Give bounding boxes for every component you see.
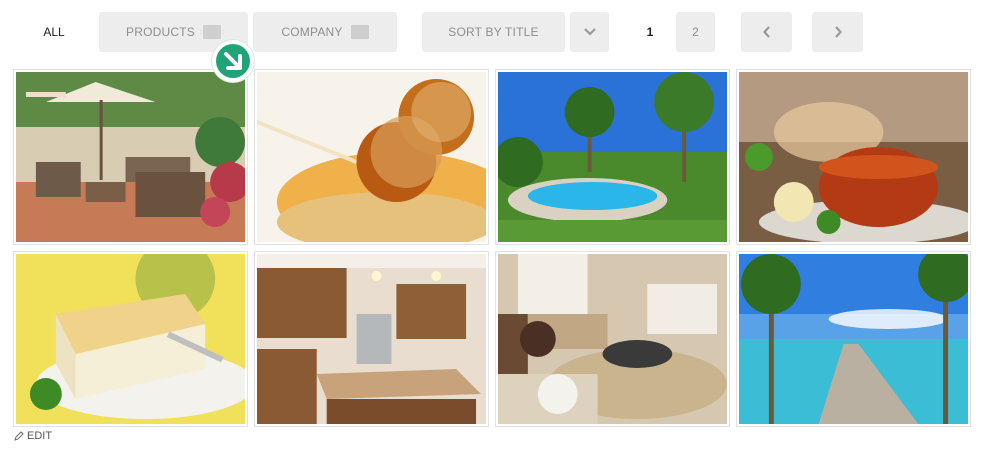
patio-image [16, 72, 245, 242]
kitchen-image [257, 254, 486, 424]
chevron-left-icon [762, 26, 770, 38]
page-2-button[interactable]: 2 [676, 12, 715, 52]
filter-company-button[interactable]: COMPANY [253, 12, 397, 52]
arrow-down-right-icon [224, 52, 242, 70]
gallery-item-kitchen[interactable] [254, 251, 489, 427]
page-1-current[interactable]: 1 [632, 12, 668, 52]
cake-image [16, 254, 245, 424]
gallery-item-dessert[interactable] [254, 69, 489, 245]
next-page-button[interactable] [812, 12, 863, 52]
filter-company-label: COMPANY [281, 25, 343, 39]
pool-image [498, 72, 727, 242]
dessert-image [257, 72, 486, 242]
prev-page-button[interactable] [741, 12, 792, 52]
sort-dropdown-button[interactable] [570, 12, 609, 52]
gallery-item-pool[interactable] [495, 69, 730, 245]
chevron-down-icon [583, 28, 596, 36]
edit-link[interactable]: EDIT [14, 428, 52, 444]
filter-all[interactable]: ALL [34, 12, 74, 52]
pencil-icon [14, 431, 24, 441]
products-color-swatch [202, 25, 221, 39]
sort-label: SORT BY TITLE [448, 25, 539, 39]
beach-image [739, 254, 968, 424]
gallery-item-beach[interactable] [736, 251, 971, 427]
gallery-item-tea[interactable] [736, 69, 971, 245]
company-color-swatch [350, 25, 369, 39]
tea-image [739, 72, 968, 242]
sort-by-title-button[interactable]: SORT BY TITLE [422, 12, 565, 52]
gallery-item-cake[interactable] [13, 251, 248, 427]
edit-label: EDIT [27, 430, 53, 442]
badge-circle [216, 44, 250, 78]
gallery-item-patio[interactable] [13, 69, 248, 245]
gallery-item-living-room[interactable] [495, 251, 730, 427]
living-room-image [498, 254, 727, 424]
chevron-right-icon [834, 26, 842, 38]
filter-products-label: PRODUCTS [126, 25, 195, 39]
tour-hint-badge[interactable] [212, 40, 254, 82]
